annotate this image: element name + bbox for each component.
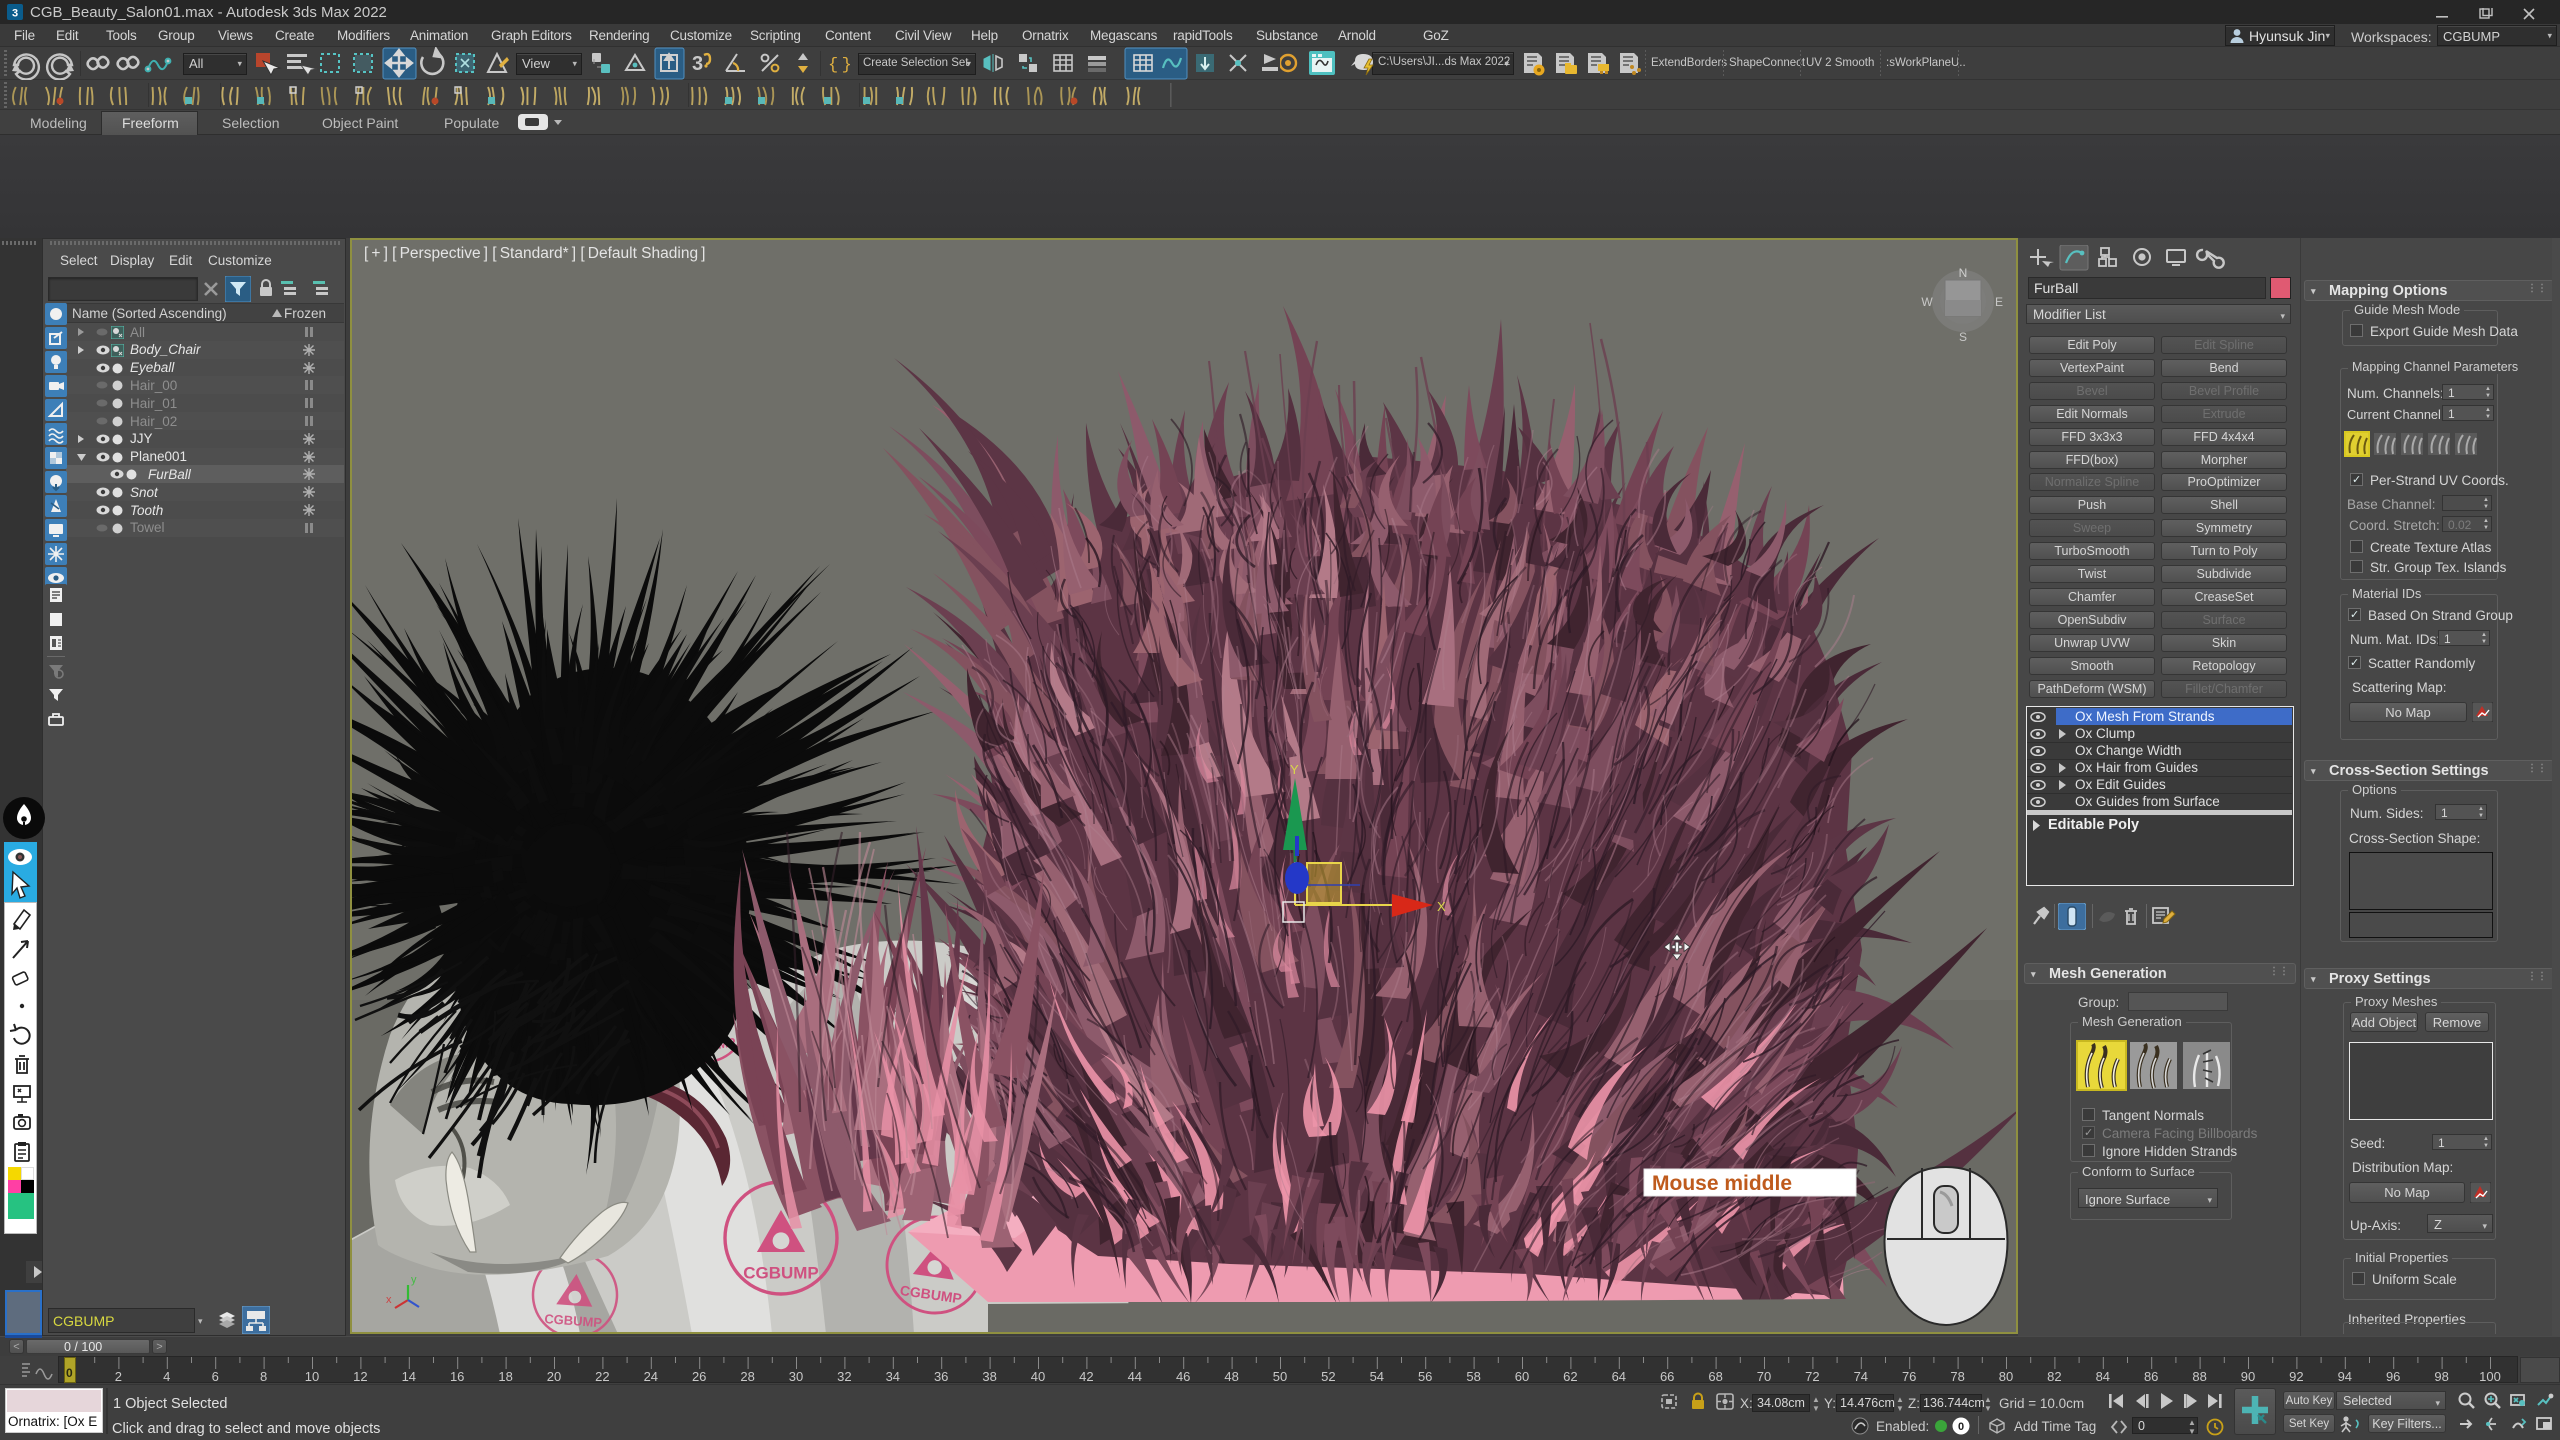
svg-text:50: 50	[1273, 1369, 1287, 1384]
svg-text:8: 8	[260, 1369, 267, 1384]
svg-text:6: 6	[212, 1369, 219, 1384]
svg-text:56: 56	[1418, 1369, 1432, 1384]
svg-text:36: 36	[934, 1369, 948, 1384]
svg-text:94: 94	[2338, 1369, 2352, 1384]
svg-text:30: 30	[789, 1369, 803, 1384]
svg-text:18: 18	[498, 1369, 512, 1384]
svg-text:28: 28	[740, 1369, 754, 1384]
svg-text:92: 92	[2289, 1369, 2303, 1384]
svg-text:42: 42	[1079, 1369, 1093, 1384]
svg-text:72: 72	[1805, 1369, 1819, 1384]
svg-text:40: 40	[1031, 1369, 1045, 1384]
svg-text:S: S	[1959, 330, 1967, 344]
svg-text:74: 74	[1854, 1369, 1868, 1384]
svg-text:58: 58	[1466, 1369, 1480, 1384]
svg-text:20: 20	[547, 1369, 561, 1384]
svg-text:x: x	[386, 1294, 392, 1306]
svg-text:2: 2	[115, 1369, 122, 1384]
svg-text:0: 0	[1958, 1421, 1964, 1433]
svg-text:38: 38	[982, 1369, 996, 1384]
svg-text:54: 54	[1370, 1369, 1384, 1384]
svg-text:12: 12	[353, 1369, 367, 1384]
svg-text:10: 10	[305, 1369, 319, 1384]
svg-text:96: 96	[2386, 1369, 2400, 1384]
svg-text:32: 32	[837, 1369, 851, 1384]
svg-text:52: 52	[1321, 1369, 1335, 1384]
svg-text:80: 80	[1999, 1369, 2013, 1384]
svg-text:W: W	[1921, 295, 1933, 309]
svg-text:22: 22	[595, 1369, 609, 1384]
svg-text:N: N	[1959, 266, 1968, 280]
svg-text:Y: Y	[1290, 762, 1299, 777]
svg-text:86: 86	[2144, 1369, 2158, 1384]
svg-text:68: 68	[1708, 1369, 1722, 1384]
svg-text:98: 98	[2434, 1369, 2448, 1384]
svg-text:4: 4	[163, 1369, 170, 1384]
svg-text:[ + ] [ Perspective ] [ Standa: [ + ] [ Perspective ] [ Standard* ] [ De…	[364, 245, 705, 262]
svg-text:y: y	[411, 1274, 417, 1286]
svg-text:14: 14	[402, 1369, 416, 1384]
svg-text:64: 64	[1612, 1369, 1626, 1384]
svg-text:90: 90	[2241, 1369, 2255, 1384]
svg-text:44: 44	[1128, 1369, 1142, 1384]
svg-text:16: 16	[450, 1369, 464, 1384]
svg-text:100: 100	[2479, 1369, 2501, 1384]
svg-text:X: X	[1437, 899, 1446, 914]
svg-text:62: 62	[1563, 1369, 1577, 1384]
svg-text:60: 60	[1515, 1369, 1529, 1384]
svg-text:34: 34	[886, 1369, 900, 1384]
svg-text:76: 76	[1902, 1369, 1916, 1384]
svg-text:46: 46	[1176, 1369, 1190, 1384]
svg-text:48: 48	[1224, 1369, 1238, 1384]
svg-text:24: 24	[644, 1369, 658, 1384]
svg-text:3: 3	[12, 8, 18, 20]
svg-text:Mouse middle: Mouse middle	[1652, 1172, 1792, 1195]
svg-text:82: 82	[2047, 1369, 2061, 1384]
svg-text:26: 26	[692, 1369, 706, 1384]
svg-text:88: 88	[2192, 1369, 2206, 1384]
svg-text:66: 66	[1660, 1369, 1674, 1384]
svg-text:78: 78	[1950, 1369, 1964, 1384]
svg-text:84: 84	[2096, 1369, 2110, 1384]
svg-text:70: 70	[1757, 1369, 1771, 1384]
svg-text:E: E	[1995, 295, 2003, 309]
svg-text:CGBUMP: CGBUMP	[743, 1263, 819, 1282]
